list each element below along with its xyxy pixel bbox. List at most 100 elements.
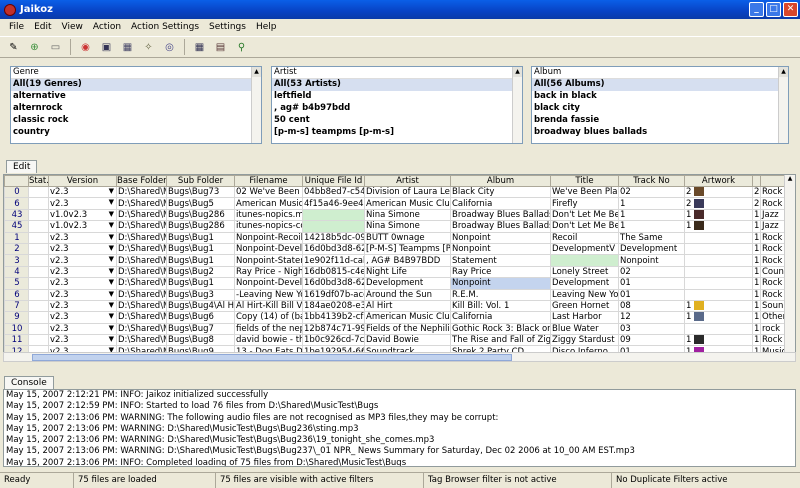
grid-icon[interactable]: ▦ (190, 38, 209, 56)
cell-artwork[interactable]: 1 (684, 334, 753, 347)
cell-title[interactable]: Green Hornet (550, 299, 619, 313)
chevron-down-icon[interactable]: ▼ (109, 324, 114, 331)
cell-base-folder[interactable]: D:\Shared\Mu (116, 299, 167, 313)
cell-base-folder[interactable]: D:\Shared\Mu (116, 334, 167, 347)
cell-extra[interactable]: 1 (752, 254, 761, 267)
open-icon[interactable]: ⊕ (25, 38, 44, 56)
cell-artwork[interactable] (684, 242, 753, 256)
cell-row-number[interactable]: 10 (4, 322, 29, 336)
cell-row-number[interactable]: 7 (4, 299, 29, 313)
column-header-row-number[interactable] (4, 175, 29, 187)
table-row[interactable]: 45 v1.0v2.3 ▼ D:\Shared\MuBugs\Bug286 itunes… (4, 220, 785, 233)
table-row[interactable]: 2 v2.3 ▼ D:\Shared\MuBugs\Bug1 Nonpoint-Deve… (4, 242, 785, 256)
cell-title[interactable]: Don't Let Me Be M (550, 220, 619, 233)
cell-album[interactable]: Broadway Blues Ballads (450, 208, 551, 222)
genre-item[interactable]: alternrock (11, 103, 261, 115)
cell-artwork[interactable]: 1 (684, 208, 753, 222)
table-row[interactable]: 6 v2.3 ▼ D:\Shared\MuBugs\Bug3 -Leaving New … (4, 288, 785, 301)
new-icon[interactable]: ✎ (4, 38, 23, 56)
cell-unique-file-id[interactable]: 1bb4139b2-cf71- (302, 311, 365, 324)
cell-album[interactable]: R.E.M. (450, 288, 551, 301)
cell-stat[interactable] (28, 254, 49, 267)
cell-extra[interactable]: 2 (752, 197, 761, 210)
cell-stat[interactable] (28, 231, 49, 244)
menu-edit[interactable]: Edit (29, 22, 56, 32)
cell-base-folder[interactable]: D:\Shared\Mu (116, 288, 167, 301)
tag-icon[interactable]: ▦ (118, 38, 137, 56)
column-header-filename[interactable]: Filename (234, 175, 303, 187)
cell-album[interactable]: Nonpoint (450, 277, 551, 290)
column-header-base-folder[interactable]: Base Folder (116, 175, 167, 187)
table-row[interactable]: 7 v2.3▼D:\Shared\MuBugs\Bug4\Al Hirt Al Hi… (4, 299, 785, 313)
cell-track-no[interactable]: 08 (618, 299, 685, 313)
save-icon[interactable]: ▭ (46, 38, 65, 56)
cell-artwork[interactable] (684, 322, 753, 336)
cell-version[interactable]: v2.3 ▼ (48, 299, 117, 313)
cell-stat[interactable] (28, 220, 49, 233)
column-header-unique-file-id[interactable]: Unique File Id (302, 175, 365, 187)
cell-title[interactable]: Recoil (550, 231, 619, 244)
cell-row-number[interactable]: 11 (4, 334, 29, 347)
cell-artist[interactable]: Division of Laura Lee (364, 185, 451, 199)
maximize-button[interactable]: □ (766, 2, 781, 17)
cell-row-number[interactable]: 6 (4, 288, 29, 301)
cell-row-number[interactable]: 3 (4, 254, 29, 267)
minimize-button[interactable]: _ (749, 2, 764, 17)
cell-sub-folder[interactable]: Bugs\Bug7 (166, 322, 235, 336)
column-header-artist[interactable]: Artist (364, 175, 451, 187)
cell-genre[interactable]: Rock (760, 197, 785, 210)
cell-sub-folder[interactable]: Bugs\Bug4\Al Hirt (166, 299, 235, 313)
menu-help[interactable]: Help (251, 22, 282, 32)
column-header-track-no[interactable]: Track No (618, 175, 685, 187)
cell-genre[interactable]: Rock (760, 231, 785, 244)
cell-sub-folder[interactable]: Bugs\Bug6 (166, 311, 235, 324)
cell-track-no[interactable]: 02 (618, 265, 685, 279)
cell-track-no[interactable]: Nonpoint (618, 254, 685, 267)
chevron-down-icon[interactable]: ▼ (109, 279, 114, 286)
table-row[interactable]: 9 v2.3 ▼ D:\Shared\MuBugs\Bug6 Copy (14) of … (4, 311, 785, 324)
cell-title[interactable]: Don't Let Me Be M (550, 208, 619, 222)
cell-title[interactable]: DevelopmentV (550, 242, 619, 256)
cell-row-number[interactable]: 0 (4, 185, 29, 199)
cell-album[interactable]: Nonpoint (450, 231, 551, 244)
cell-stat[interactable] (28, 265, 49, 279)
cell-album[interactable]: Statement (450, 254, 551, 267)
cell-stat[interactable] (28, 277, 49, 290)
chevron-down-icon[interactable]: ▼ (109, 222, 114, 229)
cell-sub-folder[interactable]: Bugs\Bug286 (166, 220, 235, 233)
cell-row-number[interactable]: 43 (4, 208, 29, 222)
cell-artwork[interactable] (684, 288, 753, 301)
cell-extra[interactable]: 1 (752, 299, 761, 313)
cell-track-no[interactable]: 02 (618, 185, 685, 199)
cell-artist[interactable]: Al Hirt (364, 299, 451, 313)
cell-artwork[interactable] (684, 277, 753, 290)
cell-title[interactable]: Development (550, 277, 619, 290)
cell-track-no[interactable]: 12 (618, 311, 685, 324)
cell-album[interactable]: Nonpoint (450, 242, 551, 256)
cell-stat[interactable] (28, 242, 49, 256)
genre-filter[interactable]: Genre All(19 Genres) alternative alternr… (10, 66, 262, 144)
cell-track-no[interactable]: 01 (618, 288, 685, 301)
chevron-down-icon[interactable]: ▼ (109, 313, 114, 320)
cell-artwork[interactable]: 2 (684, 197, 753, 210)
cell-artist[interactable]: Development (364, 277, 451, 290)
cell-album[interactable]: Ray Price (450, 265, 551, 279)
cell-extra[interactable]: 1 (752, 242, 761, 256)
chevron-down-icon[interactable]: ▼ (109, 210, 114, 217)
cell-filename[interactable]: Nonpoint-Statemt (234, 254, 303, 267)
cell-artist[interactable]: Nina Simone (364, 208, 451, 222)
cell-genre[interactable]: Rock (760, 288, 785, 301)
table-vertical-scrollbar[interactable]: ▲ (784, 175, 795, 356)
chevron-down-icon[interactable]: ▼ (109, 199, 114, 206)
table-horizontal-scrollbar[interactable] (3, 352, 796, 362)
cell-genre[interactable]: Other (760, 311, 785, 324)
cell-artwork[interactable]: 1 (684, 299, 753, 313)
table-row[interactable]: 43 v1.0v2.3 ▼ D:\Shared\MuBugs\Bug286 itunes… (4, 208, 785, 222)
album-item[interactable]: brenda fassie (532, 115, 788, 127)
cell-filename[interactable]: 02 We've Been Pl (234, 185, 303, 199)
cell-unique-file-id[interactable]: 1e902f11d-cab0- (302, 254, 365, 267)
genre-item[interactable]: country (11, 127, 261, 139)
cell-sub-folder[interactable]: Bugs\Bug8 (166, 334, 235, 347)
cell-track-no[interactable]: 09 (618, 334, 685, 347)
table-row[interactable]: 3 v2.3 ▼ D:\Shared\MuBugs\Bug1 Nonpoint-Stat… (4, 254, 785, 267)
